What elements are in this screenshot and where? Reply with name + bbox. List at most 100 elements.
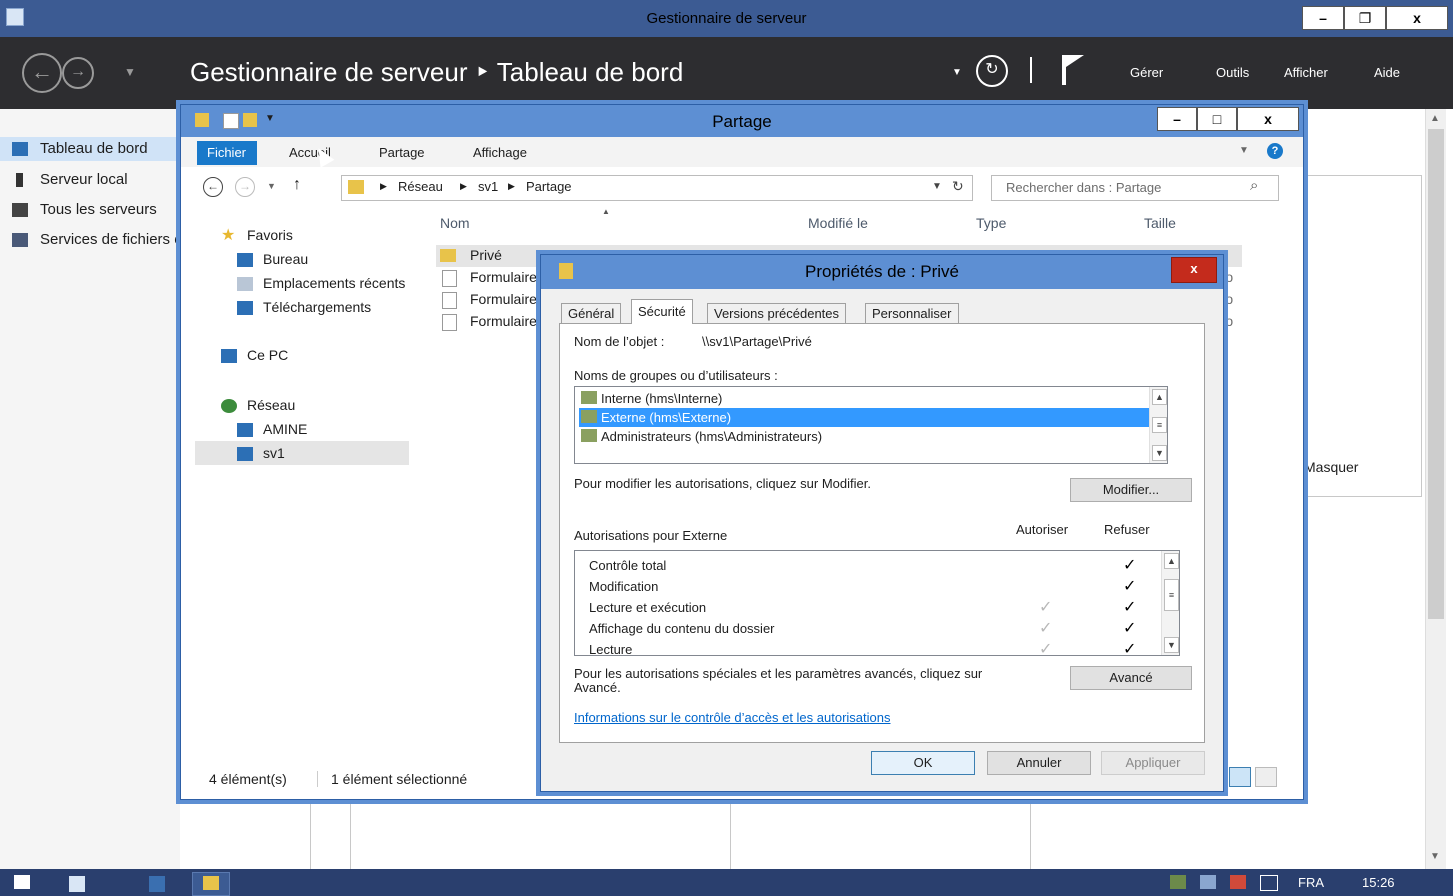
address-separator: ▶ xyxy=(508,181,515,191)
main-scrollbar[interactable]: ▲ ▼ xyxy=(1425,109,1446,869)
tab-partage[interactable]: Partage xyxy=(379,145,425,160)
star-icon: ★ xyxy=(221,227,236,244)
volume-muted-icon[interactable] xyxy=(1230,875,1246,889)
advanced-button[interactable]: Avancé xyxy=(1070,666,1192,690)
apply-button[interactable]: Appliquer xyxy=(1101,751,1205,775)
sidebar-item-local-server[interactable]: Serveur local xyxy=(0,168,180,192)
clock[interactable]: 15:26 xyxy=(1362,875,1395,890)
notifications-flag-icon[interactable] xyxy=(1062,55,1066,85)
scroll-thumb[interactable]: ≡ xyxy=(1164,579,1179,611)
scroll-up-icon[interactable]: ▲ xyxy=(1164,553,1179,569)
ok-button[interactable]: OK xyxy=(871,751,975,775)
dialog-close-button[interactable]: x xyxy=(1171,257,1217,283)
explorer-minimize-button[interactable]: – xyxy=(1157,107,1197,131)
list-item[interactable]: Externe (hms\Externe) xyxy=(579,408,1165,427)
tab-general[interactable]: Général xyxy=(561,303,622,324)
menu-afficher[interactable]: Afficher xyxy=(1284,65,1328,80)
search-icon[interactable]: ⌕ xyxy=(1250,177,1258,194)
scroll-up-icon[interactable]: ▲ xyxy=(1152,389,1167,405)
menu-aide[interactable]: Aide xyxy=(1374,65,1400,80)
taskbar-powershell[interactable] xyxy=(138,872,176,896)
sidebar-item-all-servers[interactable]: Tous les serveurs xyxy=(0,198,180,222)
allow-check-icon: ✓ xyxy=(1039,641,1053,656)
scroll-down-icon[interactable]: ▼ xyxy=(1152,445,1167,461)
search-input[interactable]: Rechercher dans : Partage ⌕ xyxy=(991,175,1279,201)
menu-gerer[interactable]: Gérer xyxy=(1130,65,1163,80)
scroll-thumb[interactable] xyxy=(1428,129,1444,619)
explorer-close-button[interactable]: x xyxy=(1237,107,1299,131)
tab-versions-precedentes[interactable]: Versions précédentes xyxy=(707,303,847,324)
address-dropdown-icon[interactable]: ▼ xyxy=(932,181,942,192)
explorer-title: Partage xyxy=(712,112,772,131)
column-header-size[interactable]: Taille xyxy=(1144,215,1176,231)
restore-button[interactable]: ❐ xyxy=(1344,6,1386,30)
user-group-icon xyxy=(581,429,597,442)
modify-hint: Pour modifier les autorisations, cliquez… xyxy=(574,476,871,491)
address-segment-sv1[interactable]: sv1 xyxy=(478,179,498,194)
tab-affichage[interactable]: Affichage xyxy=(473,145,527,160)
details-view-icon[interactable] xyxy=(1229,767,1251,787)
forward-arrow-icon[interactable]: → xyxy=(62,57,94,89)
scroll-up-icon[interactable]: ▲ xyxy=(1430,113,1440,124)
explorer-maximize-button[interactable]: □ xyxy=(1197,107,1237,131)
history-dropdown-icon[interactable]: ▼ xyxy=(124,65,136,79)
computer-icon xyxy=(237,447,253,461)
cancel-button[interactable]: Annuler xyxy=(987,751,1091,775)
large-icons-view-icon[interactable] xyxy=(1255,767,1277,787)
modify-button[interactable]: Modifier... xyxy=(1070,478,1192,502)
help-icon[interactable]: ? xyxy=(1267,143,1283,159)
network-tray-icon[interactable] xyxy=(1170,875,1186,889)
groups-scrollbar[interactable]: ▲ ≡ ▼ xyxy=(1149,387,1167,463)
back-arrow-icon[interactable]: ← xyxy=(22,53,62,93)
deny-check-icon: ✓ xyxy=(1123,599,1137,616)
object-name-label: Nom de l’objet : xyxy=(574,334,665,349)
breadcrumb-dropdown-icon[interactable]: ▼ xyxy=(952,67,962,78)
folder-icon xyxy=(203,876,219,890)
start-icon[interactable] xyxy=(14,875,30,889)
taskbar-explorer[interactable] xyxy=(192,872,230,896)
sidebar-item-dashboard[interactable]: Tableau de bord xyxy=(0,137,180,161)
refresh-icon[interactable]: ↻ xyxy=(976,55,1008,87)
sidebar-item-file-services[interactable]: Services de fichiers et de stockage xyxy=(0,228,180,252)
access-control-info-link[interactable]: Informations sur le contrôle d’accès et … xyxy=(574,710,891,725)
address-row: ← → ▼ ↑ ▶ Réseau ▶ sv1 ▶ Partage ▼ ↻ Rec… xyxy=(181,167,1303,207)
taskbar-server-manager[interactable] xyxy=(58,872,96,896)
permissions-scrollbar[interactable]: ▲ ≡ ▼ xyxy=(1161,551,1179,655)
tab-securite[interactable]: Sécurité xyxy=(631,299,693,324)
action-center-flag-icon[interactable] xyxy=(1260,875,1278,891)
menu-outils[interactable]: Outils xyxy=(1216,65,1249,80)
server-tray-icon[interactable] xyxy=(1200,875,1216,889)
explorer-forward-icon[interactable]: → xyxy=(235,177,255,197)
advanced-hint: Pour les autorisations spéciales et les … xyxy=(574,666,983,681)
up-arrow-icon[interactable]: ↑ xyxy=(293,176,301,194)
list-item[interactable]: Administrateurs (hms\Administrateurs) xyxy=(579,427,1165,446)
address-segment-reseau[interactable]: Réseau xyxy=(398,179,443,194)
scroll-down-icon[interactable]: ▼ xyxy=(1430,851,1440,862)
search-placeholder: Rechercher dans : Partage xyxy=(1006,180,1162,195)
language-indicator[interactable]: FRA xyxy=(1298,875,1324,890)
scroll-thumb[interactable]: ≡ xyxy=(1152,417,1167,433)
address-bar[interactable]: ▶ Réseau ▶ sv1 ▶ Partage ▼ ↻ xyxy=(341,175,973,201)
close-button[interactable]: x xyxy=(1386,6,1448,30)
scroll-down-icon[interactable]: ▼ xyxy=(1164,637,1179,653)
permission-row: Lecture et exécution ✓ ✓ xyxy=(589,599,1137,616)
address-segment-partage[interactable]: Partage xyxy=(526,179,572,194)
column-header-modified[interactable]: Modifié le xyxy=(808,215,868,231)
notifications-flag-tail xyxy=(1066,55,1084,67)
tab-fichier-label[interactable]: Fichier xyxy=(207,145,246,160)
permissions-list: Contrôle total ✓ Modification ✓ Lecture … xyxy=(574,550,1180,656)
minimize-button[interactable]: – xyxy=(1302,6,1344,30)
deny-column-header: Refuser xyxy=(1104,522,1150,537)
tab-personnaliser[interactable]: Personnaliser xyxy=(865,303,959,324)
hide-welcome-link[interactable]: Masquer xyxy=(1304,459,1358,475)
recent-dropdown-icon[interactable]: ▼ xyxy=(267,181,276,191)
groups-listbox[interactable]: Interne (hms\Interne) Externe (hms\Exter… xyxy=(574,386,1168,464)
column-header-name[interactable]: Nom xyxy=(440,215,470,231)
list-item[interactable]: Interne (hms\Interne) xyxy=(579,389,1165,408)
column-header-type[interactable]: Type xyxy=(976,215,1006,231)
address-refresh-icon[interactable]: ↻ xyxy=(952,178,964,195)
explorer-back-icon[interactable]: ← xyxy=(203,177,223,197)
expand-ribbon-icon[interactable]: ▼ xyxy=(1239,145,1249,156)
groups-label: Noms de groupes ou d’utilisateurs : xyxy=(574,368,778,383)
advanced-hint-line2: Avancé. xyxy=(574,680,621,695)
